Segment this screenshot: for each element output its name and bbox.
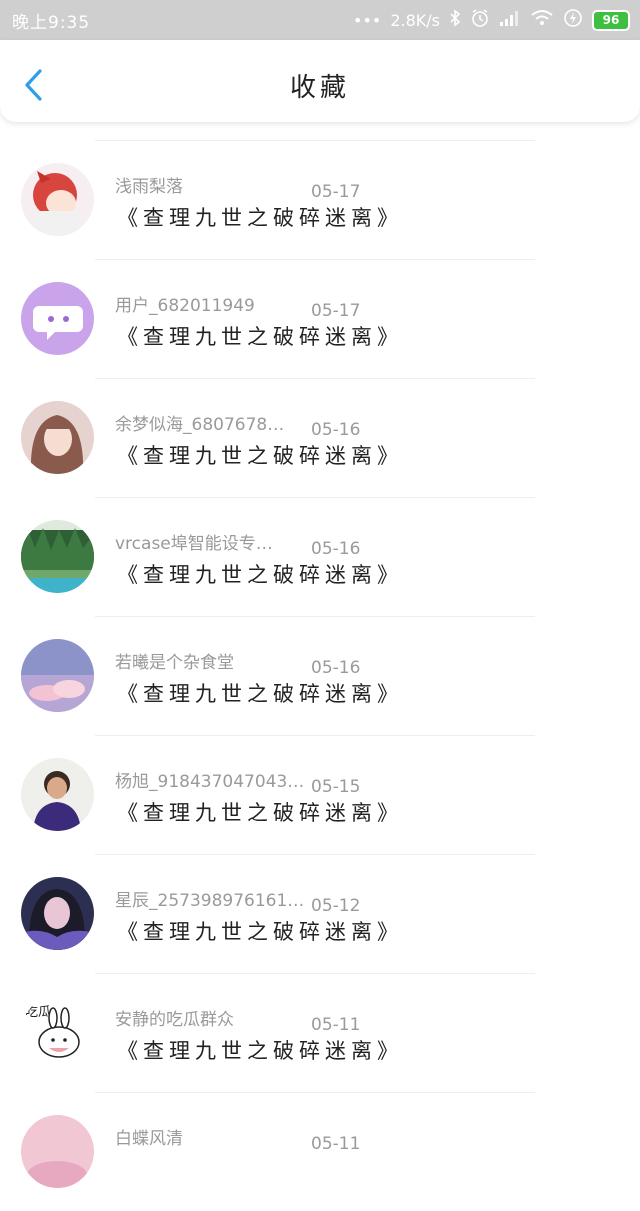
date: 05-11 <box>311 1015 361 1035</box>
list-item[interactable]: 若曦是个杂食堂 05-16 《查理九世之破碎迷离》 <box>0 616 640 735</box>
battery-icon: 96 <box>592 9 630 31</box>
network-speed: 2.8K/s <box>390 10 440 30</box>
list-item[interactable]: 白蝶风清 05-11 <box>0 1092 640 1211</box>
date: 05-15 <box>311 777 361 797</box>
page-title: 收藏 <box>289 73 350 103</box>
date: 05-16 <box>311 658 361 678</box>
avatar <box>21 1115 94 1188</box>
username: vrcase埠智能设专… <box>115 534 273 554</box>
username: 浅雨梨落 <box>115 177 183 197</box>
username: 若曦是个杂食堂 <box>115 653 234 673</box>
date: 05-12 <box>311 896 361 916</box>
list-item[interactable]: vrcase埠智能设专… 05-16 《查理九世之破碎迷离》 <box>0 497 640 616</box>
date: 05-16 <box>311 539 361 559</box>
alarm-icon <box>470 8 490 32</box>
avatar <box>21 877 94 950</box>
post-title[interactable]: 《查理九世之破碎迷离》 <box>117 916 403 946</box>
avatar: 吃瓜 <box>21 996 94 1069</box>
date: 05-17 <box>311 301 361 321</box>
header: 收藏 <box>0 40 640 122</box>
username: 安静的吃瓜群众 <box>115 1010 234 1030</box>
date: 05-17 <box>311 182 361 202</box>
post-title[interactable]: 《查理九世之破碎迷离》 <box>117 559 403 589</box>
avatar <box>21 520 94 593</box>
bluetooth-icon <box>449 9 461 31</box>
post-title[interactable]: 《查理九世之破碎迷离》 <box>117 678 403 708</box>
list-item[interactable]: 星辰_257398976161… 05-12 《查理九世之破碎迷离》 <box>0 854 640 973</box>
charging-icon <box>563 8 583 32</box>
status-bar: 晚上9:35 ••• 2.8K/s 96 <box>0 0 640 40</box>
avatar <box>21 282 94 355</box>
svg-text:吃瓜: 吃瓜 <box>25 1004 51 1020</box>
avatar <box>21 163 94 236</box>
avatar <box>21 639 94 712</box>
status-time: 晚上9:35 <box>12 13 91 33</box>
list-item[interactable]: 用户_682011949 05-17 《查理九世之破碎迷离》 <box>0 259 640 378</box>
wifi-icon <box>530 9 554 31</box>
username: 用户_682011949 <box>115 296 255 316</box>
username: 余梦似海_6807678… <box>115 415 285 435</box>
username: 杨旭_918437047043… <box>115 772 305 792</box>
post-title[interactable]: 《查理九世之破碎迷离》 <box>117 1035 403 1065</box>
avatar <box>21 401 94 474</box>
username: 白蝶风清 <box>115 1129 183 1149</box>
date: 05-11 <box>311 1134 361 1154</box>
list-item[interactable]: 浅雨梨落 05-17 《查理九世之破碎迷离》 <box>0 140 640 259</box>
more-dots-icon: ••• <box>353 10 382 30</box>
post-title[interactable]: 《查理九世之破碎迷离》 <box>117 321 403 351</box>
post-title[interactable]: 《查理九世之破碎迷离》 <box>117 440 403 470</box>
avatar <box>21 758 94 831</box>
date: 05-16 <box>311 420 361 440</box>
status-icons: ••• 2.8K/s 96 <box>353 8 630 32</box>
username: 星辰_257398976161… <box>115 891 305 911</box>
list-item[interactable]: 余梦似海_6807678… 05-16 《查理九世之破碎迷离》 <box>0 378 640 497</box>
post-title[interactable]: 《查理九世之破碎迷离》 <box>117 202 403 232</box>
list-item[interactable]: 杨旭_918437047043… 05-15 《查理九世之破碎迷离》 <box>0 735 640 854</box>
post-title[interactable]: 《查理九世之破碎迷离》 <box>117 797 403 827</box>
list-item[interactable]: 吃瓜 安静的吃瓜群众 05-11 《查理九世之破碎迷离》 <box>0 973 640 1092</box>
signal-icon <box>499 9 521 31</box>
favorites-list: 浅雨梨落 05-17 《查理九世之破碎迷离》 用户_682011949 05-17 … <box>0 140 640 1211</box>
